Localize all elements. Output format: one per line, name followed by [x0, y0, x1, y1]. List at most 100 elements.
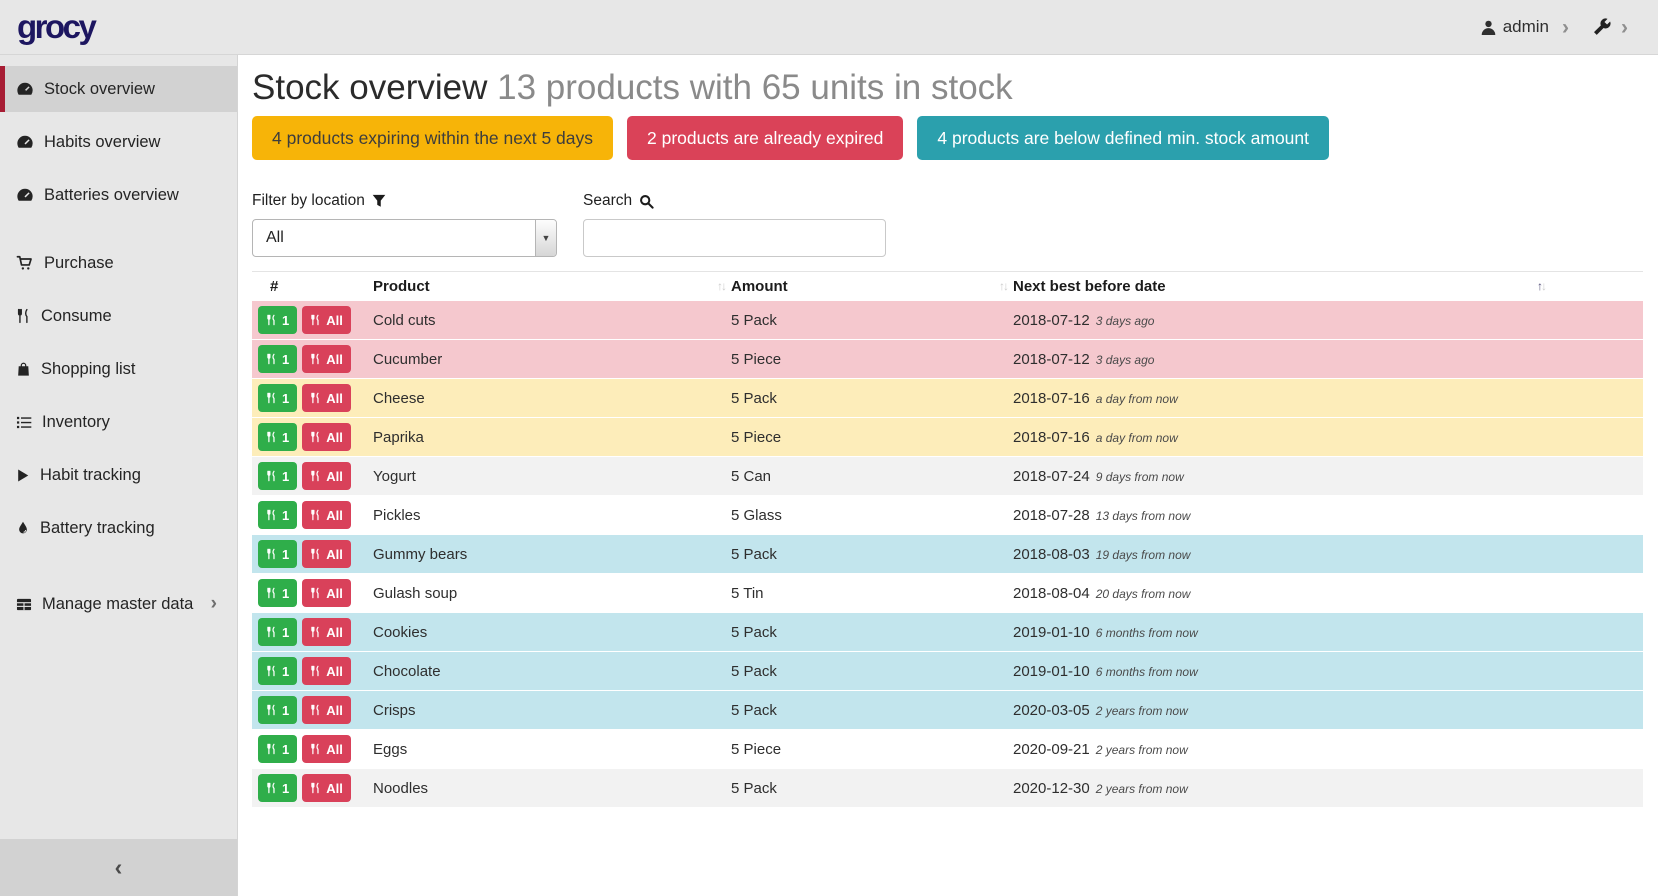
column-header-num[interactable]: # [252, 272, 354, 300]
consume-all-button[interactable]: All [302, 774, 351, 802]
filter-icon [372, 194, 386, 208]
consume-all-button[interactable]: All [302, 462, 351, 490]
app-logo[interactable]: grocy [17, 8, 94, 46]
best-before-relative: 13 days from now [1096, 509, 1191, 523]
consume-all-label: All [326, 430, 343, 445]
utensils-icon [266, 743, 277, 755]
consume-all-button[interactable]: All [302, 306, 351, 334]
best-before-date: 2020-12-30 [1013, 780, 1090, 797]
consume-one-button[interactable]: 1 [258, 462, 297, 490]
user-menu[interactable]: admin [1503, 17, 1549, 37]
column-header-date[interactable]: Next best before date ↑↓ [1013, 272, 1643, 300]
best-before-cell: 2018-08-0420 days from now [1013, 585, 1643, 602]
best-before-date: 2018-08-04 [1013, 585, 1090, 602]
utensils-icon [310, 353, 321, 365]
consume-all-button[interactable]: All [302, 501, 351, 529]
table-row: 1 All Paprika 5 Piece 2018-07-16a day fr… [252, 417, 1643, 456]
topbar: grocy admin › › [0, 0, 1658, 55]
utensils-icon [266, 314, 277, 326]
column-header-product[interactable]: Product ↑↓ [354, 272, 731, 300]
row-actions: 1 All [252, 462, 354, 490]
consume-one-button[interactable]: 1 [258, 696, 297, 724]
sidebar-collapse-button[interactable]: ‹ [0, 839, 237, 896]
utensils-icon [266, 548, 277, 560]
consume-all-button[interactable]: All [302, 618, 351, 646]
sort-icon-active[interactable]: ↑↓ [1537, 279, 1545, 293]
product-name: Paprika [354, 429, 731, 446]
best-before-cell: 2020-12-302 years from now [1013, 780, 1643, 797]
consume-one-button[interactable]: 1 [258, 579, 297, 607]
consume-all-button[interactable]: All [302, 735, 351, 763]
table-row: 1 All Yogurt 5 Can 2018-07-249 days from… [252, 456, 1643, 495]
product-amount: 5 Piece [731, 429, 1013, 446]
utensils-icon [266, 587, 277, 599]
location-select[interactable]: All ▼ [252, 219, 557, 257]
consume-one-button[interactable]: 1 [258, 735, 297, 763]
search-input[interactable] [583, 219, 886, 257]
best-before-date: 2018-08-03 [1013, 546, 1090, 563]
consume-all-button[interactable]: All [302, 540, 351, 568]
sidebar-item-batteries-overview[interactable]: Batteries overview [0, 172, 237, 218]
consume-all-button[interactable]: All [302, 423, 351, 451]
row-actions: 1 All [252, 696, 354, 724]
consume-one-label: 1 [282, 742, 289, 757]
consume-all-label: All [326, 469, 343, 484]
consume-all-label: All [326, 313, 343, 328]
search-label: Search [583, 192, 886, 210]
consume-one-button[interactable]: 1 [258, 384, 297, 412]
sort-icon[interactable]: ↑↓ [999, 279, 1007, 293]
consume-all-button[interactable]: All [302, 657, 351, 685]
utensils-icon [266, 509, 277, 521]
row-actions: 1 All [252, 384, 354, 412]
consume-all-label: All [326, 742, 343, 757]
sidebar-item-consume[interactable]: Consume [0, 293, 237, 339]
sidebar-item-inventory[interactable]: Inventory [0, 399, 237, 445]
consume-one-button[interactable]: 1 [258, 774, 297, 802]
consume-all-button[interactable]: All [302, 345, 351, 373]
best-before-cell: 2018-07-16a day from now [1013, 429, 1643, 446]
table-row: 1 All Cookies 5 Pack 2019-01-106 months … [252, 612, 1643, 651]
product-amount: 5 Piece [731, 351, 1013, 368]
location-select-value: All [266, 229, 284, 247]
row-actions: 1 All [252, 657, 354, 685]
consume-one-label: 1 [282, 469, 289, 484]
wrench-icon[interactable] [1593, 18, 1611, 36]
consume-one-button[interactable]: 1 [258, 423, 297, 451]
sidebar-item-manage-master-data[interactable]: Manage master data › [0, 581, 237, 627]
sidebar-item-habit-tracking[interactable]: Habit tracking [0, 452, 237, 498]
sidebar-item-battery-tracking[interactable]: Battery tracking [0, 505, 237, 551]
sidebar-item-stock-overview[interactable]: Stock overview [0, 66, 237, 112]
consume-one-button[interactable]: 1 [258, 306, 297, 334]
gauge-icon [16, 187, 34, 203]
utensils-icon [16, 308, 31, 324]
consume-all-button[interactable]: All [302, 696, 351, 724]
consume-one-button[interactable]: 1 [258, 657, 297, 685]
utensils-icon [310, 470, 321, 482]
sidebar-item-label: Purchase [44, 254, 114, 273]
sidebar-item-habits-overview[interactable]: Habits overview [0, 119, 237, 165]
select-dropdown-arrow-icon[interactable]: ▼ [535, 220, 556, 256]
status-badge: 2 products are already expired [627, 116, 903, 160]
chevron-right-icon[interactable]: › [1621, 17, 1628, 38]
utensils-icon [310, 665, 321, 677]
sidebar-item-shopping-list[interactable]: Shopping list [0, 346, 237, 392]
product-amount: 5 Tin [731, 585, 1013, 602]
product-amount: 5 Pack [731, 390, 1013, 407]
gauge-icon [16, 81, 34, 97]
product-name: Cold cuts [354, 312, 731, 329]
consume-one-label: 1 [282, 664, 289, 679]
sidebar-item-purchase[interactable]: Purchase [0, 240, 237, 286]
consume-all-button[interactable]: All [302, 384, 351, 412]
column-header-amount[interactable]: Amount ↑↓ [731, 272, 1013, 300]
consume-one-button[interactable]: 1 [258, 618, 297, 646]
sort-icon[interactable]: ↑↓ [717, 279, 725, 293]
consume-one-button[interactable]: 1 [258, 345, 297, 373]
consume-all-button[interactable]: All [302, 579, 351, 607]
consume-one-button[interactable]: 1 [258, 540, 297, 568]
page-title-text: Stock overview [252, 68, 487, 107]
table-row: 1 All Gummy bears 5 Pack 2018-08-0319 da… [252, 534, 1643, 573]
best-before-cell: 2020-03-052 years from now [1013, 702, 1643, 719]
user-icon [1480, 19, 1497, 36]
chevron-right-icon[interactable]: › [1562, 17, 1569, 38]
consume-one-button[interactable]: 1 [258, 501, 297, 529]
